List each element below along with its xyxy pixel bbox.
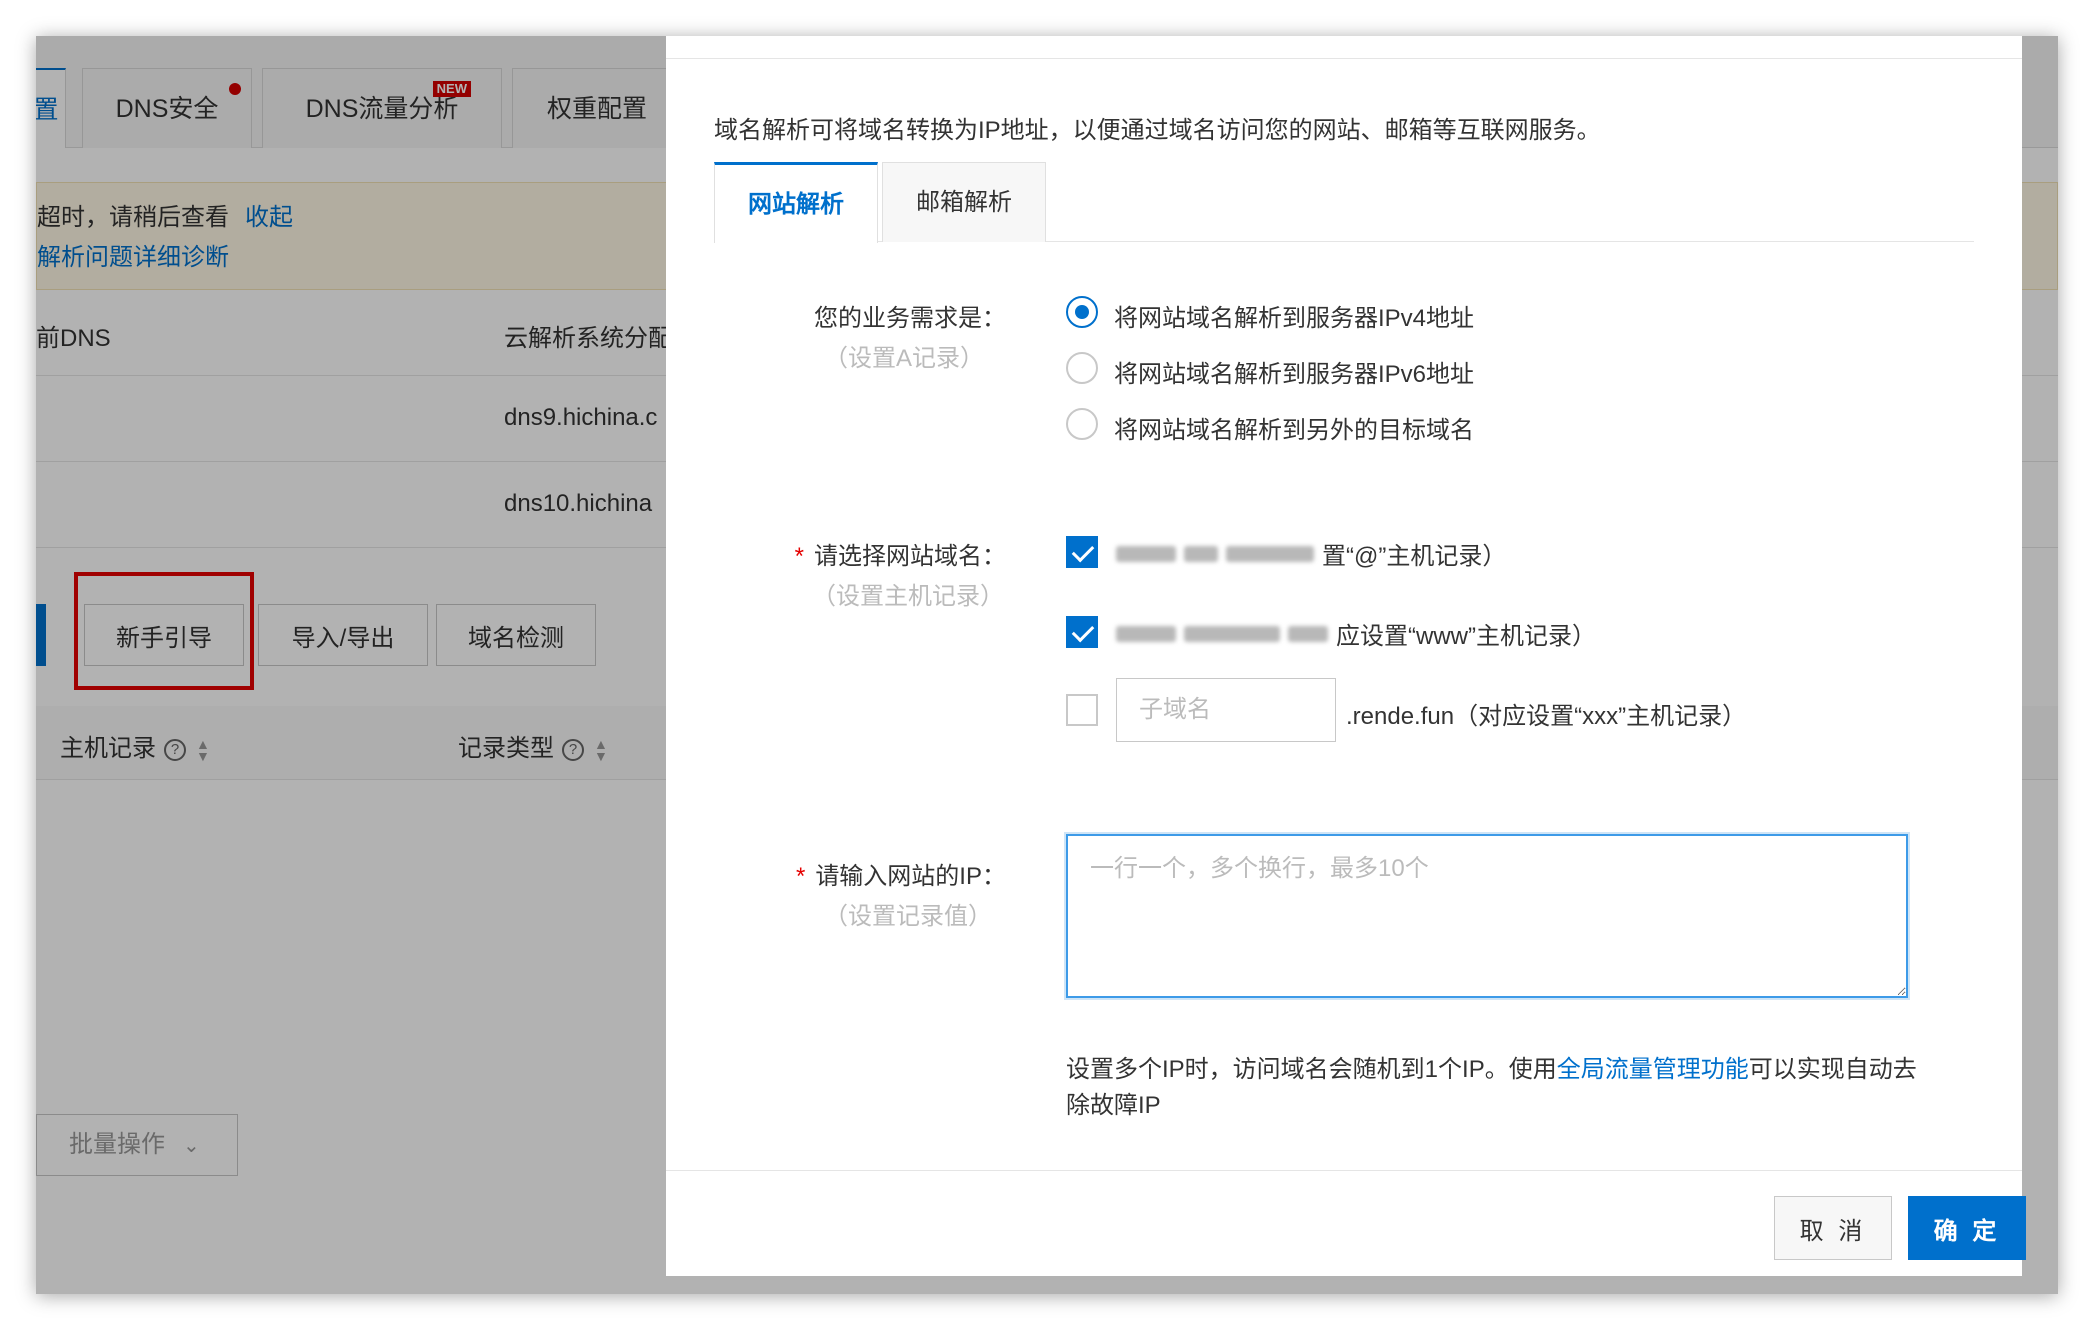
need-sub-label: （设置A记录）: [824, 345, 985, 372]
radio-cname[interactable]: [1066, 408, 1098, 440]
tab-website-resolve[interactable]: 网站解析: [714, 162, 878, 243]
option-ipv4[interactable]: 将网站域名解析到服务器IPv4地址: [1114, 298, 1474, 333]
subdomain-suffix: .rende.fun（对应设置“xxx”主机记录）: [1346, 703, 1747, 730]
blurred-text: [1184, 546, 1218, 562]
ip-hint: 设置多个IP时，访问域名会随机到1个IP。使用全局流量管理功能可以实现自动去除故…: [1066, 1056, 1917, 1119]
divider: [666, 58, 2022, 59]
ip-label: * 请输入网站的IP：: [795, 863, 1006, 890]
blurred-text: [1226, 546, 1314, 562]
required-mark: *: [795, 863, 806, 890]
option-ipv6[interactable]: 将网站域名解析到服务器IPv6地址: [1114, 354, 1474, 389]
confirm-button[interactable]: 确 定: [1908, 1196, 2026, 1260]
dialog-intro: 域名解析可将域名转换为IP地址，以便通过域名访问您的网站、邮箱等互联网服务。: [714, 117, 1601, 144]
dns-guide-dialog: 域名解析可将域名转换为IP地址，以便通过域名访问您的网站、邮箱等互联网服务。 网…: [666, 36, 2026, 1276]
checkbox-subdomain[interactable]: [1066, 694, 1098, 726]
tab-mail-resolve[interactable]: 邮箱解析: [882, 162, 1046, 242]
ip-textarea[interactable]: [1066, 834, 1908, 998]
radio-ipv6[interactable]: [1066, 352, 1098, 384]
checkbox-www-domain[interactable]: [1066, 616, 1098, 648]
checkbox-root-domain[interactable]: [1066, 536, 1098, 568]
option-root-domain[interactable]: 置“@”主机记录）: [1116, 536, 1506, 571]
subdomain-input[interactable]: [1116, 678, 1336, 742]
blurred-text: [1184, 626, 1280, 642]
domain-label: * 请选择网站域名：: [794, 543, 1006, 570]
option-cname[interactable]: 将网站域名解析到另外的目标域名: [1114, 410, 1474, 445]
footer-divider: [666, 1170, 2022, 1171]
domain-sub-label: （设置主机记录）: [812, 583, 1004, 610]
need-label: 您的业务需求是：: [814, 305, 1006, 332]
blurred-text: [1288, 626, 1328, 642]
radio-ipv4[interactable]: [1066, 296, 1098, 328]
cancel-button[interactable]: 取 消: [1774, 1196, 1892, 1260]
dialog-tabs: 网站解析 邮箱解析: [714, 162, 1974, 243]
browser-frame: 置 DNS安全 DNS流量分析 NEW 权重配置 超时，请稍后查看 收起 解析问题…: [36, 36, 2058, 1294]
ip-sub-label: （设置记录值）: [824, 903, 992, 930]
global-traffic-link[interactable]: 全局流量管理功能: [1557, 1056, 1749, 1083]
blurred-text: [1116, 546, 1176, 562]
blurred-text: [1116, 626, 1176, 642]
option-www-domain[interactable]: 应设置“www”主机记录）: [1116, 616, 1596, 651]
required-mark: *: [794, 543, 804, 570]
